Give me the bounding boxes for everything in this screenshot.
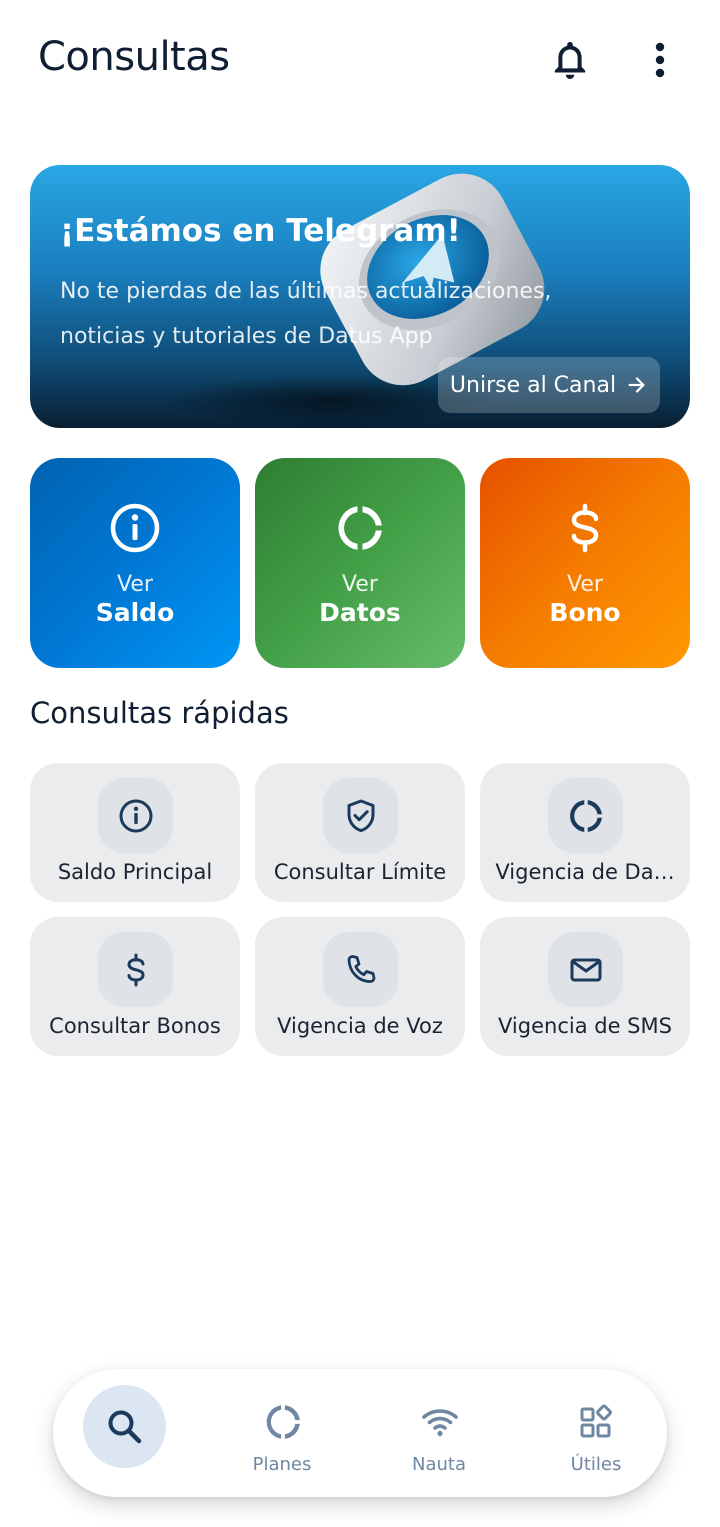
nav-active-indicator [83, 1385, 166, 1468]
telegram-banner[interactable]: ¡Estámos en Telegram! No te pierdas de l… [30, 165, 690, 428]
data-ring-icon [569, 799, 602, 832]
quick-vigencia-voz[interactable]: Vigencia de Voz [255, 917, 465, 1056]
nav-label: Planes [252, 1454, 312, 1475]
nav-label: Útiles [570, 1454, 622, 1475]
nav-item-planes[interactable]: Planes [212, 1369, 352, 1497]
banner-title: ¡Estámos en Telegram! [60, 213, 461, 249]
quick-label: Consultar Límite [273, 860, 447, 884]
quick-saldo-principal[interactable]: Saldo Principal [30, 763, 240, 902]
quick-icon-bg [98, 778, 173, 853]
quick-consultar-limite[interactable]: Consultar Límite [255, 763, 465, 902]
quick-icon-bg [323, 778, 398, 853]
quick-label: Vigencia de Da… [495, 860, 675, 884]
search-icon [108, 1410, 141, 1443]
tile-main-label: Datos [319, 598, 401, 627]
bell-icon [554, 42, 586, 79]
nav-item-nauta[interactable]: Nauta [369, 1369, 509, 1497]
info-icon [119, 799, 152, 832]
tile-sub-label: Ver [567, 572, 603, 597]
wifi-icon [422, 1409, 458, 1437]
app-bar: Consultas [0, 0, 720, 120]
quick-vigencia-sms[interactable]: Vigencia de SMS [480, 917, 690, 1056]
join-channel-label: Unirse al Canal [449, 372, 617, 398]
quick-icon-bg [548, 778, 623, 853]
quick-queries-title: Consultas rápidas [30, 696, 289, 730]
quick-vigencia-datos[interactable]: Vigencia de Da… [480, 763, 690, 902]
phone-icon [347, 954, 375, 983]
banner-description: No te pierdas de las últimas actualizaci… [60, 279, 552, 349]
quick-icon-bg [323, 932, 398, 1007]
quick-icon-bg [548, 932, 623, 1007]
tile-ver-bono[interactable]: Ver Bono [480, 458, 690, 668]
more-options-button[interactable] [636, 36, 684, 84]
nav-label: Nauta [412, 1454, 466, 1475]
shield-check-icon [347, 799, 374, 832]
quick-consultar-bonos[interactable]: Consultar Bonos [30, 917, 240, 1056]
arrow-right-icon [628, 377, 645, 393]
tile-sub-label: Ver [342, 572, 378, 597]
mail-icon [570, 958, 601, 981]
tile-ver-datos[interactable]: Ver Datos [255, 458, 465, 668]
data-ring-icon [266, 1405, 300, 1439]
quick-icon-bg [98, 932, 173, 1007]
tile-sub-label: Ver [117, 572, 153, 597]
bottom-navigation: Planes Nauta Útiles [53, 1369, 667, 1497]
quick-label: Vigencia de Voz [277, 1014, 443, 1038]
quick-label: Saldo Principal [57, 860, 213, 884]
widgets-icon [580, 1404, 612, 1438]
nav-item-consultas[interactable] [53, 1369, 193, 1497]
data-ring-icon [338, 506, 382, 550]
quick-label: Vigencia de SMS [498, 1014, 672, 1038]
tile-main-label: Bono [549, 598, 621, 627]
dollar-icon [571, 503, 599, 553]
page-title: Consultas [38, 34, 230, 80]
tile-main-label: Saldo [95, 598, 175, 627]
tile-ver-saldo[interactable]: Ver Saldo [30, 458, 240, 668]
join-channel-button[interactable]: Unirse al Canal [438, 357, 660, 413]
info-icon [110, 503, 160, 553]
dollar-icon [126, 953, 145, 986]
more-vertical-icon [655, 42, 665, 78]
notifications-button[interactable] [546, 36, 594, 84]
quick-label: Consultar Bonos [49, 1014, 221, 1038]
nav-item-utiles[interactable]: Útiles [526, 1369, 666, 1497]
